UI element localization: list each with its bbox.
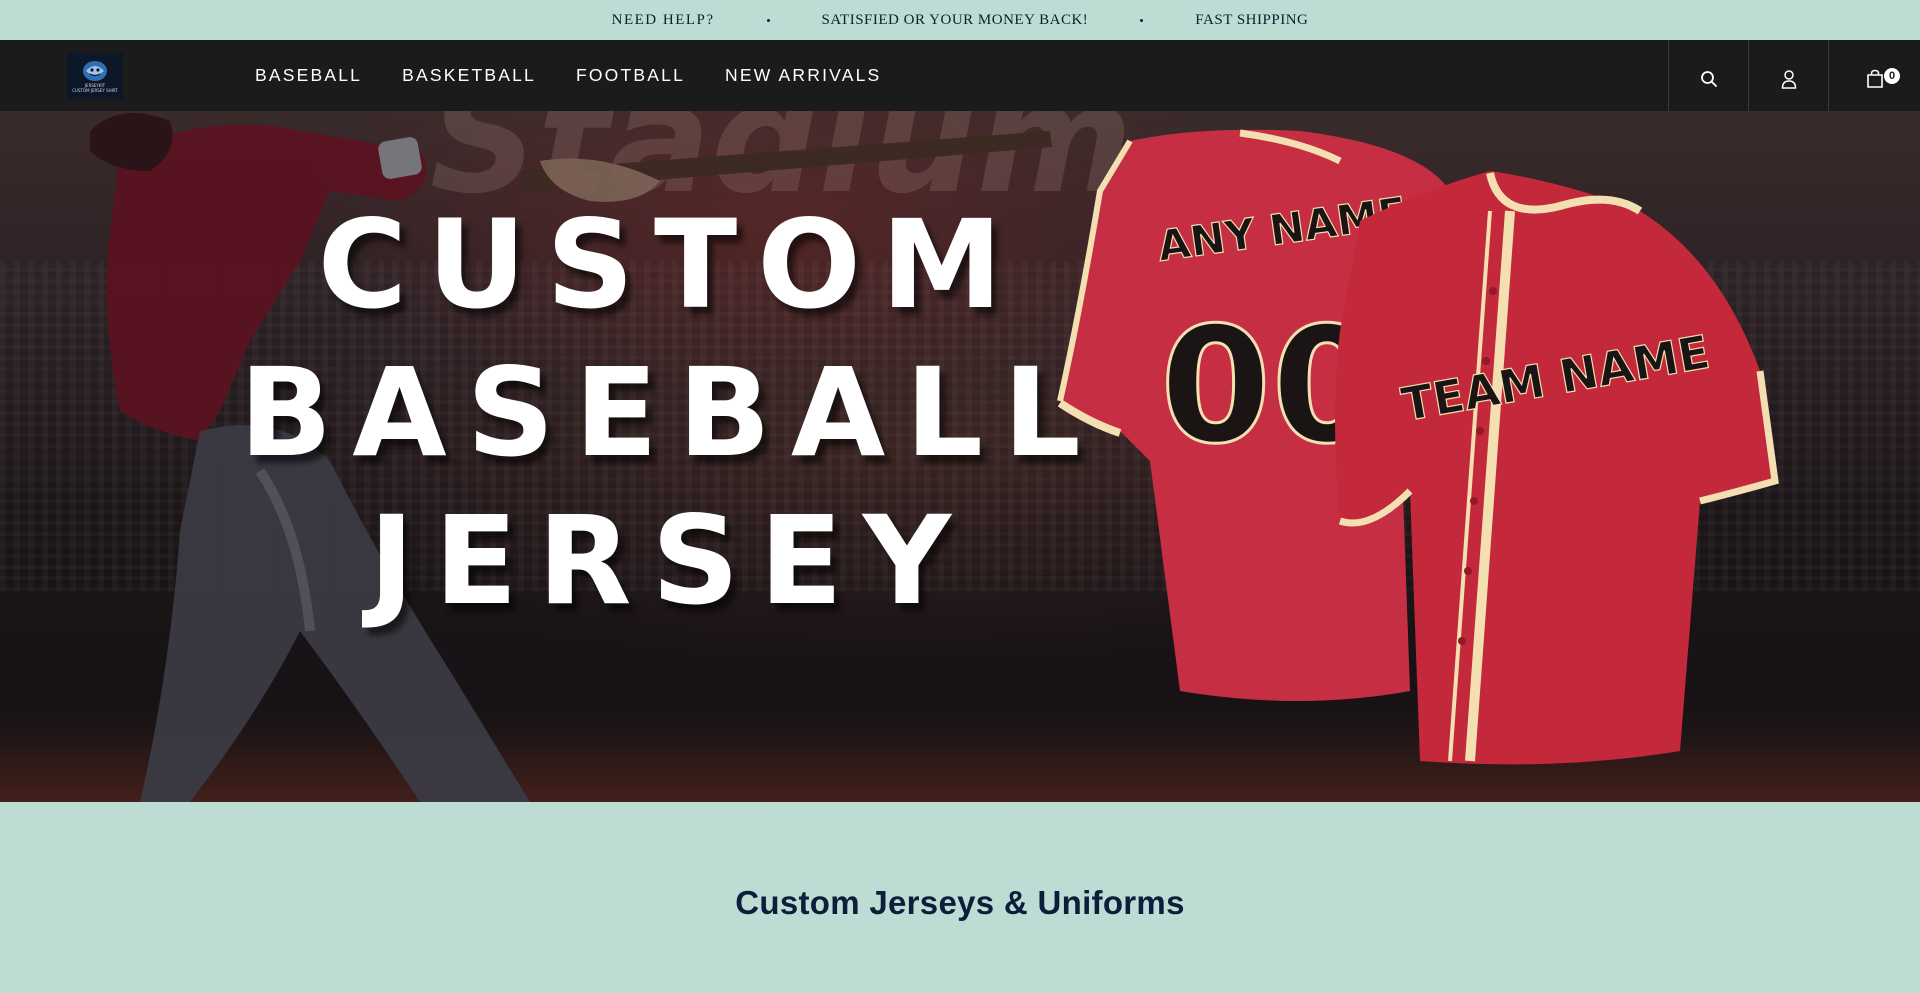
- header-icons: 0: [1668, 40, 1920, 117]
- announcement-bar: NEED HELP? SATISFIED OR YOUR MONEY BACK!…: [0, 0, 1920, 40]
- cart-count-badge: 0: [1884, 68, 1900, 84]
- nav-baseball[interactable]: BASEBALL: [255, 65, 362, 86]
- announcement-money-back: SATISFIED OR YOUR MONEY BACK!: [821, 11, 1089, 28]
- nav-football[interactable]: FOOTBALL: [576, 65, 685, 86]
- announcement-need-help[interactable]: NEED HELP?: [560, 12, 767, 29]
- search-button[interactable]: [1668, 40, 1748, 117]
- hero-title: CUSTOM BASEBALL JERSEY: [230, 191, 1110, 635]
- store-logo[interactable]: JERSEYKIT CUSTOM JERSEY SHIRT: [67, 53, 123, 99]
- account-button[interactable]: [1748, 40, 1828, 117]
- announcement-fast-shipping: FAST SHIPPING: [1195, 11, 1309, 28]
- hero-title-line: BASEBALL: [239, 342, 1101, 484]
- cart-icon: [1866, 69, 1883, 88]
- hero-title-line: CUSTOM: [317, 194, 1023, 336]
- panther-logo-icon: [83, 61, 107, 81]
- cart-button[interactable]: 0: [1828, 40, 1920, 117]
- section-heading: Custom Jerseys & Uniforms: [735, 884, 1185, 921]
- search-icon: [1700, 70, 1717, 87]
- logo-tagline: CUSTOM JERSEY SHIRT: [72, 88, 118, 93]
- account-icon: [1781, 69, 1796, 89]
- site-header: JERSEYKIT CUSTOM JERSEY SHIRT BASEBALL B…: [0, 40, 1920, 117]
- nav-basketball[interactable]: BASKETBALL: [402, 65, 536, 86]
- main-nav: BASEBALL BASKETBALL FOOTBALL NEW ARRIVAL…: [235, 40, 901, 111]
- hero-title-line: JERSEY: [368, 490, 972, 632]
- hero-banner[interactable]: Stadium ANY NAME 00: [0, 111, 1920, 802]
- nav-new-arrivals[interactable]: NEW ARRIVALS: [725, 65, 881, 86]
